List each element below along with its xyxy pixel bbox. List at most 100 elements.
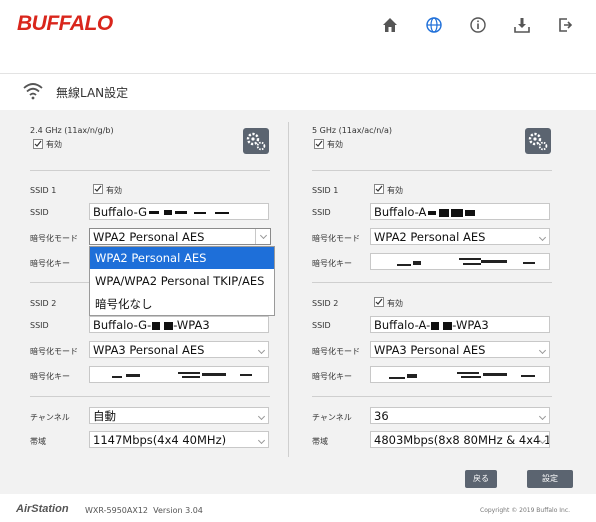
left-ssid1-ssid-value: Buffalo-G: [93, 205, 148, 219]
right-channel-select[interactable]: 36: [370, 407, 550, 424]
left-band-enable-checkbox[interactable]: [33, 139, 43, 149]
left-divider-2: [30, 282, 89, 283]
right-ssid2-enable-label: 有効: [387, 299, 403, 308]
left-ssid2-heading: SSID 2: [30, 299, 57, 308]
left-ssid1-ssid-label: SSID: [30, 208, 49, 217]
page-title: 無線LAN設定: [56, 86, 129, 100]
right-bandwidth-label: 帯域: [312, 437, 328, 446]
left-bandwidth-value: 1147Mbps(4x4 40MHz): [93, 433, 227, 447]
left-ssid1-ssid-input[interactable]: Buffalo-G: [89, 203, 269, 220]
right-ssid2-key-input[interactable]: [370, 366, 550, 383]
chevron-down-icon[interactable]: [255, 229, 270, 244]
header: BUFFALO: [0, 0, 596, 52]
chevron-down-icon: [257, 436, 266, 445]
left-ssid2-ssid-suffix: -WPA3: [173, 318, 210, 332]
gear-icon: [528, 132, 548, 151]
apply-button[interactable]: 設定: [527, 470, 573, 488]
right-channel-value: 36: [374, 409, 389, 423]
right-ssid2-enc-label: 暗号化モード: [312, 347, 360, 356]
dropdown-option[interactable]: 暗号化なし: [90, 293, 274, 315]
right-ssid2-key-label: 暗号化キー: [312, 372, 352, 381]
right-band-label: 5 GHz (11ax/ac/n/a): [312, 126, 393, 135]
wifi-icon: [22, 82, 44, 104]
right-band-enable-label: 有効: [327, 140, 343, 149]
copyright: Copyright © 2019 Buffalo Inc.: [480, 507, 571, 514]
left-ssid2-enc-label: 暗号化モード: [30, 347, 78, 356]
chevron-down-icon: [538, 346, 547, 355]
left-divider-1: [30, 170, 270, 171]
right-ssid2-ssid-suffix: -WPA3: [452, 318, 489, 332]
chevron-down-icon: [538, 412, 547, 421]
left-band-enable-label: 有効: [46, 140, 62, 149]
model-name: WXR-5950AX12: [85, 506, 149, 515]
right-ssid2-ssid-label: SSID: [312, 321, 331, 330]
right-ssid1-heading: SSID 1: [312, 186, 339, 195]
left-ssid2-ssid-prefix: Buffalo-G-: [93, 318, 152, 332]
left-band-label: 2.4 GHz (11ax/n/g/b): [30, 126, 114, 135]
right-ssid1-enable-checkbox[interactable]: [374, 184, 384, 194]
left-advanced-settings-button[interactable]: [243, 128, 269, 154]
right-band-enable-checkbox[interactable]: [314, 139, 324, 149]
download-icon[interactable]: [513, 16, 533, 36]
dropdown-option[interactable]: WPA2 Personal AES: [90, 247, 274, 269]
right-ssid1-ssid-label: SSID: [312, 208, 331, 217]
right-divider-3: [312, 396, 552, 397]
right-ssid2-ssid-prefix: Buffalo-A-: [374, 318, 431, 332]
right-ssid1-ssid-value: Buffalo-A: [374, 205, 427, 219]
left-ssid1-enable-checkbox[interactable]: [93, 184, 103, 194]
right-ssid2-heading: SSID 2: [312, 299, 339, 308]
left-channel-select[interactable]: 自動: [89, 407, 269, 424]
right-channel-label: チャンネル: [312, 413, 352, 422]
left-ssid1-enc-label: 暗号化モード: [30, 234, 78, 243]
globe-icon[interactable]: [425, 16, 445, 36]
chevron-down-icon: [257, 346, 266, 355]
left-ssid1-enable-label: 有効: [106, 186, 122, 195]
column-divider: [288, 122, 289, 457]
right-ssid1-enc-select[interactable]: WPA2 Personal AES: [370, 228, 550, 245]
left-ssid2-ssid-input[interactable]: Buffalo-G- -WPA3: [89, 316, 269, 333]
right-ssid1-key-input[interactable]: [370, 253, 550, 270]
back-button[interactable]: 戻る: [465, 470, 497, 488]
footer-model-version: WXR-5950AX12 Version 3.04: [85, 506, 203, 515]
right-ssid1-key-label: 暗号化キー: [312, 259, 352, 268]
left-channel-value: 自動: [93, 409, 116, 423]
left-bandwidth-select[interactable]: 1147Mbps(4x4 40MHz): [89, 431, 269, 448]
left-ssid1-enc-select[interactable]: WPA2 Personal AES: [89, 228, 271, 245]
right-ssid1-enable-label: 有効: [387, 186, 403, 195]
right-ssid1-enc-label: 暗号化モード: [312, 234, 360, 243]
right-divider-1: [312, 170, 552, 171]
left-ssid2-ssid-label: SSID: [30, 321, 49, 330]
chevron-down-icon: [538, 233, 547, 242]
right-ssid1-enc-value: WPA2 Personal AES: [374, 230, 486, 244]
footer-logo: AirStation: [16, 503, 69, 515]
right-ssid2-enc-value: WPA3 Personal AES: [374, 343, 486, 357]
right-ssid2-ssid-input[interactable]: Buffalo-A- -WPA3: [370, 316, 550, 333]
title-bar: 無線LAN設定: [0, 73, 596, 111]
left-ssid2-enc-select[interactable]: WPA3 Personal AES: [89, 341, 269, 358]
left-bandwidth-label: 帯域: [30, 437, 46, 446]
right-bandwidth-value: 4803Mbps(8x8 80MHz & 4x4 1: [374, 433, 550, 447]
logout-icon[interactable]: [557, 16, 577, 36]
left-ssid1-heading: SSID 1: [30, 186, 57, 195]
left-ssid1-enc-dropdown: WPA2 Personal AES WPA/WPA2 Personal TKIP…: [89, 246, 275, 316]
left-ssid1-enc-value: WPA2 Personal AES: [93, 230, 205, 244]
right-ssid2-enable-checkbox[interactable]: [374, 297, 384, 307]
right-ssid2-enc-select[interactable]: WPA3 Personal AES: [370, 341, 550, 358]
right-ssid1-ssid-input[interactable]: Buffalo-A: [370, 203, 550, 220]
left-ssid2-key-label: 暗号化キー: [30, 372, 70, 381]
dropdown-option[interactable]: WPA/WPA2 Personal TKIP/AES: [90, 270, 274, 292]
brand-logo: BUFFALO: [17, 12, 113, 35]
gear-icon: [246, 132, 266, 151]
right-bandwidth-select[interactable]: 4803Mbps(8x8 80MHz & 4x4 1: [370, 431, 550, 448]
left-channel-label: チャンネル: [30, 413, 70, 422]
right-divider-2: [312, 282, 552, 283]
left-ssid1-key-label: 暗号化キー: [30, 259, 70, 268]
left-divider-3: [30, 396, 270, 397]
firmware-version: Version 3.04: [153, 506, 203, 515]
info-icon[interactable]: [469, 16, 489, 36]
home-icon[interactable]: [381, 16, 401, 36]
chevron-down-icon: [257, 412, 266, 421]
left-ssid2-key-input[interactable]: [89, 366, 269, 383]
right-advanced-settings-button[interactable]: [525, 128, 551, 154]
left-ssid2-enc-value: WPA3 Personal AES: [93, 343, 205, 357]
